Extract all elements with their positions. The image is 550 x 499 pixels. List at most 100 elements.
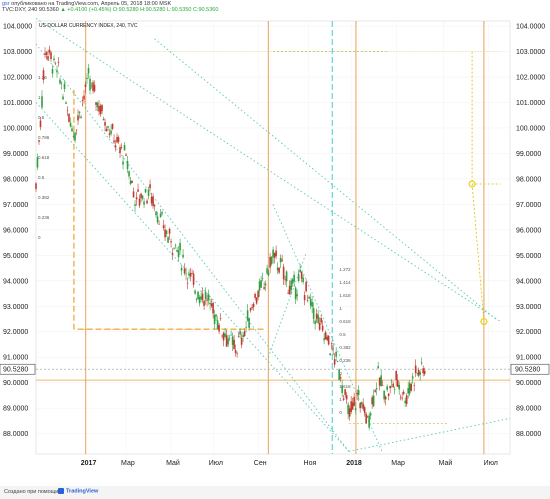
candle-body bbox=[302, 277, 304, 283]
candle-body bbox=[95, 102, 97, 105]
y-tick-label-left: 94.0000 bbox=[3, 278, 28, 285]
candle-body bbox=[242, 335, 244, 338]
candle-body bbox=[387, 393, 390, 396]
fib-label: 0.618 bbox=[339, 319, 351, 324]
candle-body bbox=[228, 338, 231, 339]
candle-body bbox=[384, 396, 387, 400]
candle-body bbox=[72, 136, 75, 138]
candle-body bbox=[281, 259, 283, 261]
candle-body bbox=[59, 79, 61, 84]
candle-body bbox=[246, 310, 249, 321]
y-tick-label-right: 102.0000 bbox=[516, 75, 545, 82]
candle-body bbox=[234, 349, 237, 354]
candle-body bbox=[165, 230, 168, 235]
candle-body bbox=[141, 195, 144, 199]
candle-body bbox=[317, 314, 319, 324]
candle-body bbox=[191, 273, 193, 274]
candle-body bbox=[44, 53, 46, 55]
candle-body bbox=[239, 330, 241, 335]
y-tick-label-right: 91.0000 bbox=[516, 355, 541, 362]
candle-body bbox=[60, 82, 63, 84]
tradingview-logo[interactable]: TradingView bbox=[58, 488, 98, 494]
candle-body bbox=[195, 299, 198, 300]
candle-body bbox=[291, 279, 294, 284]
candle-body bbox=[296, 294, 298, 297]
candle-body bbox=[380, 375, 382, 387]
candle-body bbox=[179, 243, 181, 251]
candle-body bbox=[75, 129, 78, 131]
candle-body bbox=[269, 256, 271, 268]
candle-body bbox=[90, 85, 93, 87]
x-tick-label: Ноя bbox=[304, 460, 317, 467]
candle-body bbox=[305, 282, 307, 292]
candle-body bbox=[149, 184, 151, 189]
candle-body bbox=[378, 377, 381, 386]
candle-body bbox=[233, 339, 235, 350]
candle-body bbox=[219, 318, 222, 319]
candle-body bbox=[53, 58, 55, 61]
candle-body bbox=[89, 78, 91, 91]
candle-body bbox=[363, 407, 366, 413]
candle-body bbox=[360, 402, 363, 405]
candle-body bbox=[123, 144, 126, 151]
candle-body bbox=[261, 278, 264, 280]
candle-body bbox=[351, 402, 354, 410]
candle-body bbox=[156, 216, 159, 223]
candle-body bbox=[249, 308, 252, 311]
candle-body bbox=[344, 389, 346, 395]
y-tick-label-left: 88.0000 bbox=[3, 431, 28, 438]
candle-body bbox=[381, 385, 384, 386]
candle-body bbox=[197, 291, 199, 300]
candle-body bbox=[254, 293, 256, 298]
candle-body bbox=[303, 295, 306, 301]
candle-body bbox=[77, 115, 79, 121]
candle-body bbox=[80, 116, 82, 119]
candle-body bbox=[135, 197, 138, 200]
candle-body bbox=[326, 336, 328, 341]
y-tick-label-left: 95.0000 bbox=[3, 253, 28, 260]
candle-body bbox=[170, 241, 172, 243]
candle-body bbox=[266, 268, 268, 274]
candle-body bbox=[132, 191, 135, 198]
candle-body bbox=[167, 237, 169, 243]
candle-body bbox=[144, 189, 147, 193]
y-tick-label-right: 100.0000 bbox=[516, 125, 545, 132]
candle-body bbox=[252, 303, 255, 308]
candle-body bbox=[248, 317, 250, 328]
candle-body bbox=[366, 415, 369, 417]
candle-body bbox=[404, 400, 406, 403]
candle-body bbox=[119, 147, 121, 153]
candle-body bbox=[150, 196, 153, 204]
candle-body bbox=[365, 413, 367, 424]
candle-body bbox=[377, 366, 379, 369]
tradingview-logo-icon bbox=[58, 488, 64, 494]
candle-body bbox=[225, 335, 228, 347]
candle-body bbox=[164, 229, 166, 238]
candle-body bbox=[218, 325, 220, 332]
candle-body bbox=[227, 338, 229, 345]
candle-body bbox=[408, 383, 411, 394]
candle-body bbox=[263, 287, 265, 289]
candle-body bbox=[93, 84, 96, 92]
y-tick-label-right: 90.0000 bbox=[516, 380, 541, 387]
candle-body bbox=[255, 297, 258, 304]
candle-body bbox=[267, 272, 270, 276]
y-tick-label-left: 96.0000 bbox=[3, 227, 28, 234]
candle-body bbox=[341, 385, 343, 394]
candle-body bbox=[371, 397, 373, 405]
candle-body bbox=[359, 403, 361, 409]
candle-body bbox=[143, 201, 145, 205]
candle-body bbox=[174, 244, 177, 246]
fib-label: 0.236 bbox=[38, 215, 50, 220]
candle-body bbox=[329, 353, 331, 355]
candle-body bbox=[65, 102, 67, 104]
candle-body bbox=[131, 180, 133, 184]
x-tick-label: Май bbox=[166, 459, 180, 467]
candle-body bbox=[48, 49, 51, 53]
candle-body bbox=[414, 365, 417, 374]
price-chart[interactable]: 1.2610.50.7860.6180.50.3820.23601.2721.4… bbox=[0, 13, 550, 486]
candle-body bbox=[330, 343, 333, 345]
candle-body bbox=[398, 384, 400, 390]
candle-body bbox=[101, 105, 103, 112]
y-tick-label-left: 99.0000 bbox=[3, 151, 28, 158]
